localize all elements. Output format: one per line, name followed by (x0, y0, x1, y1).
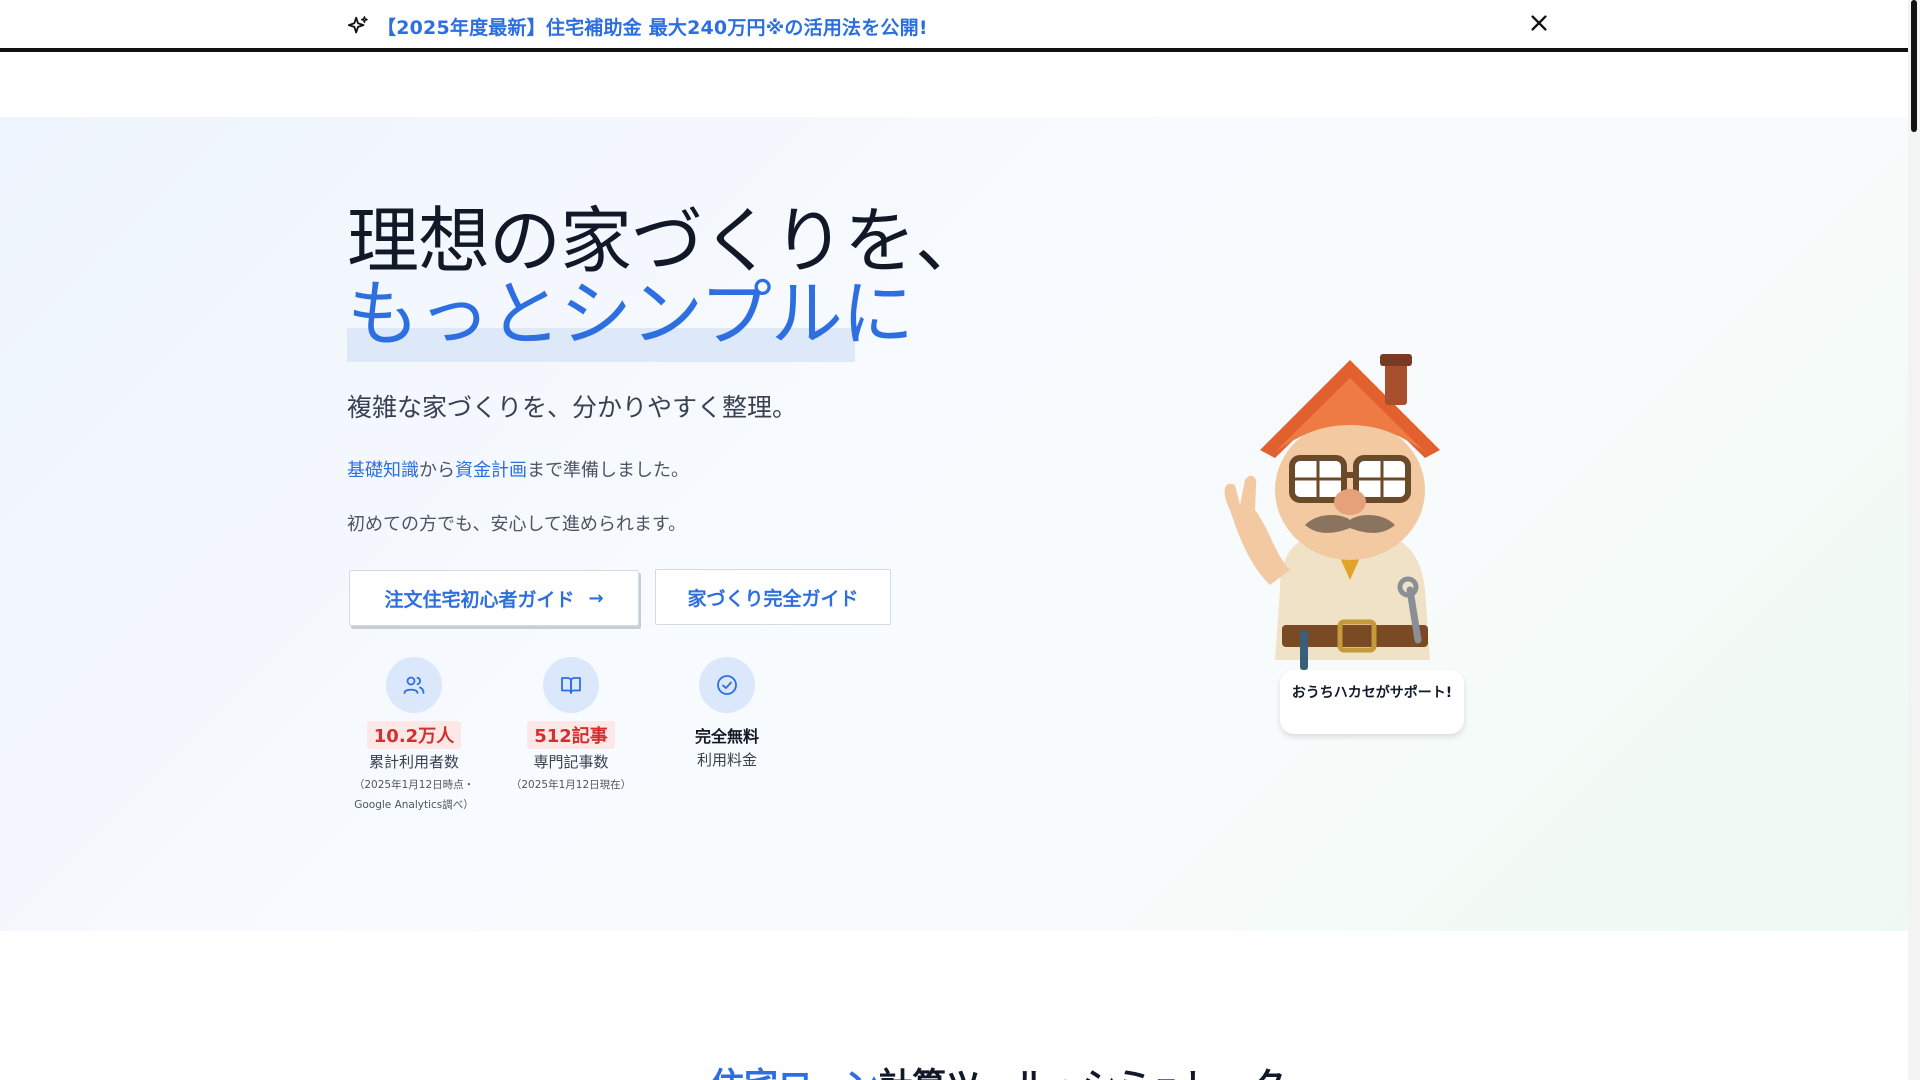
stat-free: 完全無料 利用料金 (652, 657, 802, 770)
complete-guide-label: 家づくり完全ガイド (687, 587, 859, 610)
articles-count: 512記事 (527, 721, 615, 749)
announcement-bar: 【2025年度最新】住宅補助金 最大240万円※の活用法を公開! (0, 0, 1908, 52)
beginner-guide-label: 注文住宅初心者ガイド (384, 588, 575, 611)
hero-description: 基礎知識から資金計画まで準備しました。 (347, 456, 689, 482)
free-value: 完全無料 (694, 727, 759, 746)
announcement-content[interactable]: 【2025年度最新】住宅補助金 最大240万円※の活用法を公開! (347, 12, 928, 40)
book-icon (543, 657, 599, 713)
loan-tools-heading-accent: 住宅ローン (710, 1066, 878, 1080)
stat-users: 10.2万人 累計利用者数 （2025年1月12日時点・ Google Anal… (339, 657, 489, 815)
users-icon (386, 657, 442, 713)
users-note: （2025年1月12日時点・ Google Analytics調べ） (339, 775, 489, 815)
hero-description-2: 初めての方でも、安心して進められます。 (347, 514, 687, 535)
announcement-text[interactable]: 【2025年度最新】住宅補助金 最大240万円※の活用法を公開! (377, 13, 928, 40)
beginner-guide-button[interactable]: 注文住宅初心者ガイド → (349, 570, 639, 626)
free-label: 利用料金 (696, 751, 757, 769)
hero-headline: 理想の家づくりを、 (347, 199, 987, 283)
articles-label: 専門記事数 (533, 753, 609, 771)
description-text-2: まで準備しました。 (527, 460, 689, 481)
sparkle-icon (347, 15, 369, 37)
basic-knowledge-link[interactable]: 基礎知識 (347, 460, 419, 481)
hero-headline-accent-wrap: もっとシンプルに (347, 272, 914, 362)
check-circle-icon (699, 657, 755, 713)
hero-subtitle: 複雑な家づくりを、分かりやすく整理。 (347, 393, 798, 422)
page-scrollbar[interactable] (1908, 0, 1920, 1080)
complete-guide-button[interactable]: 家づくり完全ガイド (655, 569, 891, 625)
users-note-line2: Google Analytics調べ） (354, 799, 474, 811)
stat-articles: 512記事 専門記事数 （2025年1月12日現在） (496, 657, 646, 795)
arrow-right-icon: → (588, 587, 604, 609)
users-count: 10.2万人 (366, 721, 462, 749)
articles-note: （2025年1月12日現在） (510, 779, 632, 791)
users-label: 累計利用者数 (368, 753, 459, 771)
mascot-speech-bubble: おうちハカセがサポート! (1280, 670, 1464, 734)
scrollbar-thumb[interactable] (1911, 0, 1917, 132)
description-text-1: から (419, 460, 455, 481)
users-note-line1: （2025年1月12日時点・ (353, 779, 475, 791)
close-icon[interactable] (1528, 12, 1550, 34)
mascot-illustration (1224, 354, 1440, 670)
loan-tools-heading: 住宅ローン計算ツール・シミュレーター (710, 1058, 1320, 1080)
hero-headline-accent: もっとシンプルに (347, 272, 914, 356)
financial-plan-link[interactable]: 資金計画 (455, 460, 527, 481)
loan-tools-heading-rest: 計算ツール・シミュレーター (878, 1066, 1319, 1080)
